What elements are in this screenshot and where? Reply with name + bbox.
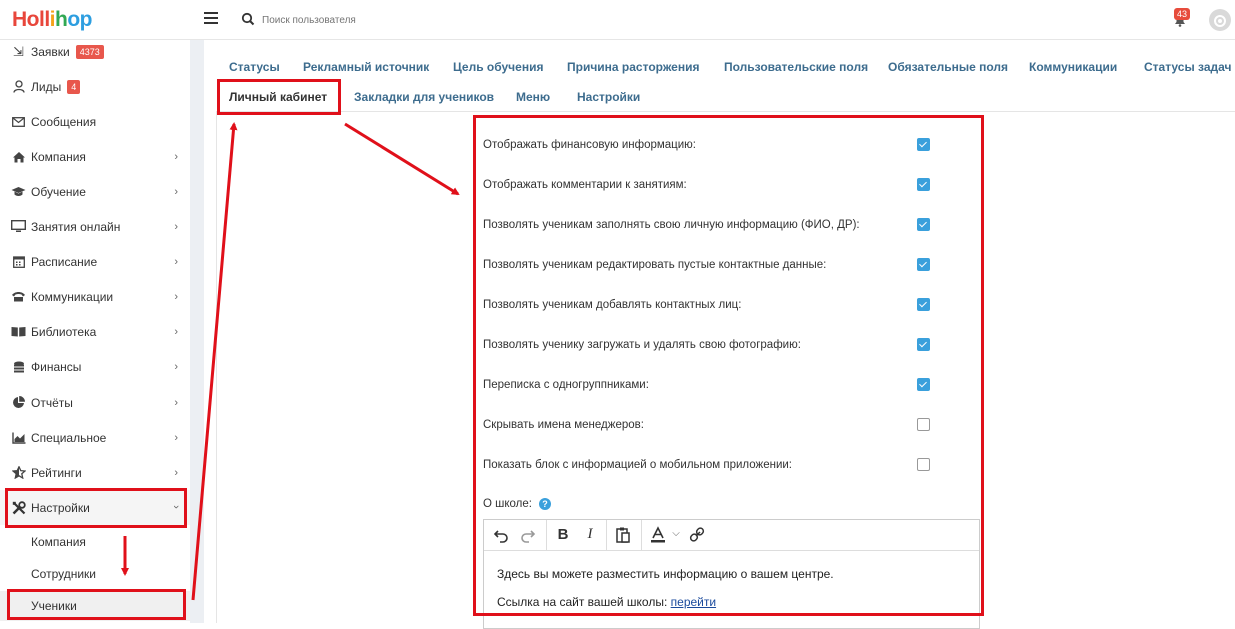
annotation-arrows (121, 122, 460, 601)
arrow-up (191, 122, 238, 601)
arrow-right (344, 122, 460, 196)
